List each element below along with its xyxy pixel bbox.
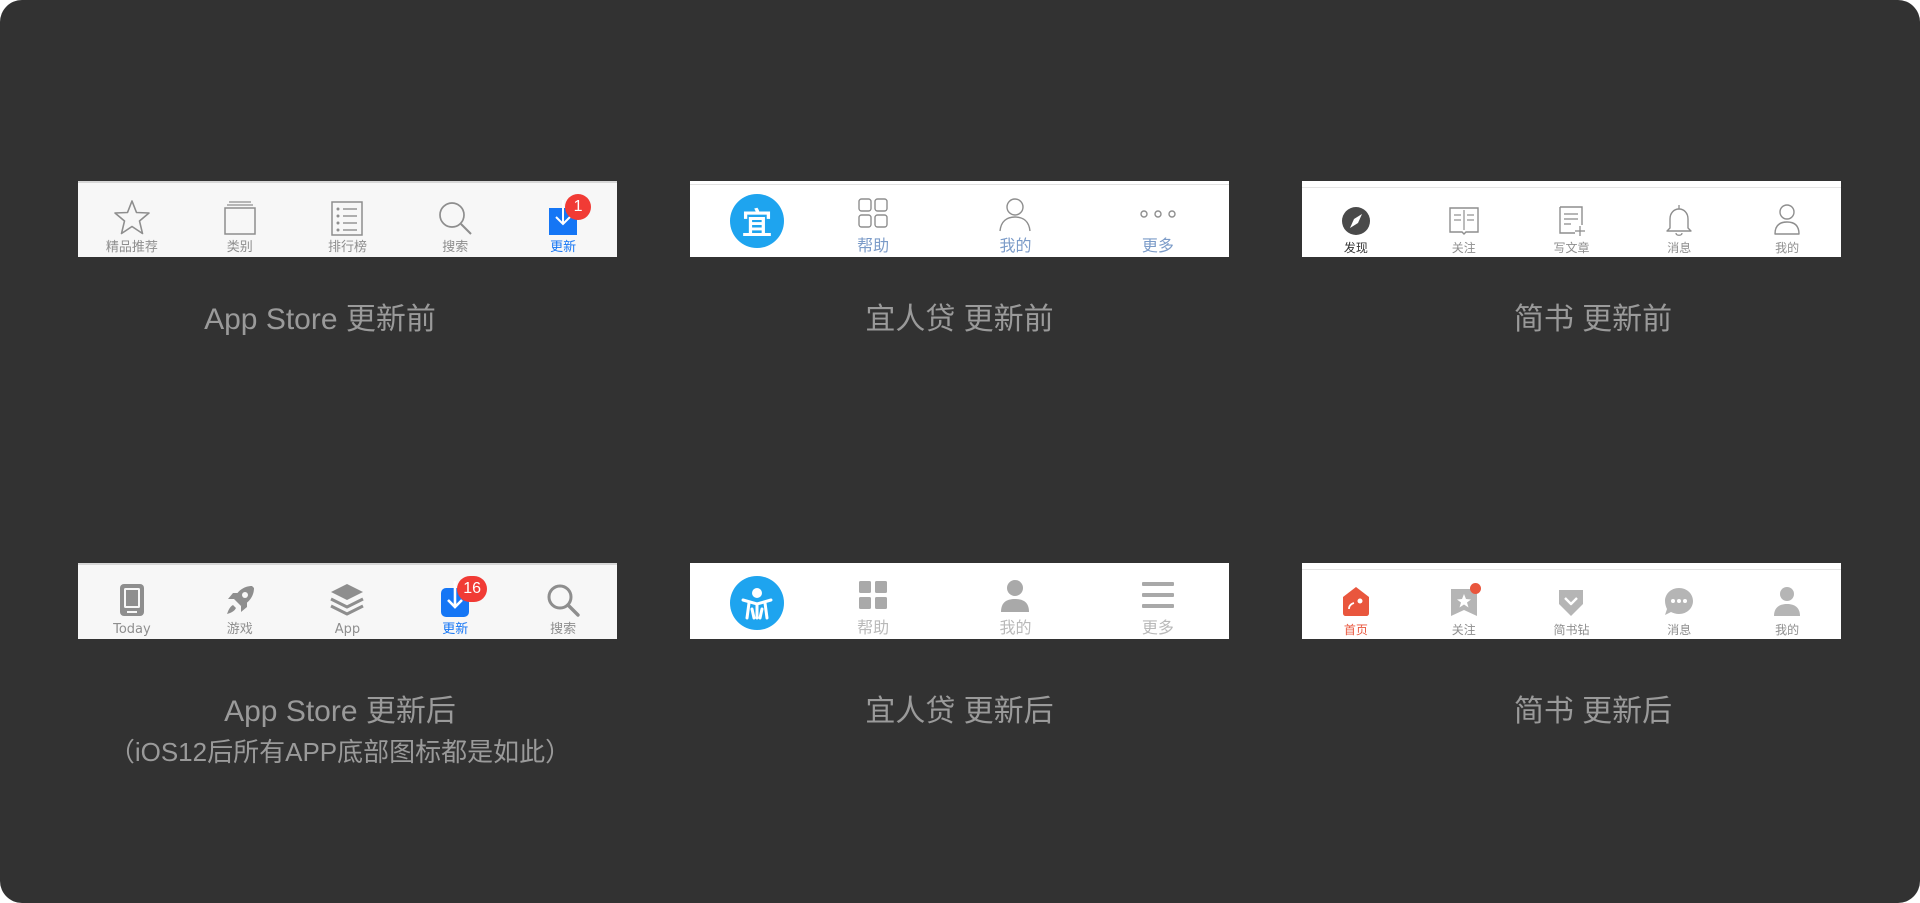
tab-label: 游戏 [226, 622, 253, 637]
yrd-new-tab-bar: 帮助 我的 更多 [690, 563, 1229, 639]
home-icon [1336, 581, 1376, 621]
tab-label: 更多 [1141, 618, 1174, 637]
tab-label: 简书钻 [1553, 623, 1590, 637]
tab-label: 排行榜 [327, 240, 367, 255]
tab-more[interactable]: 更多 [1087, 181, 1229, 257]
tab-label: 首页 [1343, 623, 1368, 637]
tab-label: 发现 [1343, 241, 1368, 255]
search-icon [543, 580, 583, 620]
tab-label: 精品推荐 [105, 240, 158, 255]
comparison-board: 精品推荐 类别 排行榜 搜索 1 更新 宜 帮助 我的 更多 发现 关注 写文章… [0, 0, 1920, 903]
notification-badge: 16 [457, 576, 488, 602]
caption-jianshu-new: 简书 更新后 [1513, 695, 1673, 728]
yrd-old-tab-bar: 宜 帮助 我的 更多 [690, 181, 1229, 257]
user-icon [1767, 199, 1807, 239]
stack-icon [220, 198, 260, 238]
caption-app-store-new: App Store 更新后 [224, 695, 456, 728]
yrd-logo-icon[interactable] [730, 576, 784, 630]
caption-app-store-note: （iOS12后所有APP底部图标都是如此） [108, 737, 572, 767]
download-icon: 1 [543, 194, 592, 238]
rocket-icon [220, 580, 260, 620]
menu-icon [1138, 576, 1178, 616]
tab-label: 类别 [226, 240, 253, 255]
tab-updates[interactable]: 1 更新 [509, 181, 617, 257]
tab-me[interactable]: 我的 [944, 181, 1086, 257]
tab-me[interactable]: 我的 [944, 563, 1086, 639]
tab-label: 消息 [1667, 623, 1692, 637]
user-icon [1767, 581, 1807, 621]
tab-label: 消息 [1667, 241, 1692, 255]
tab-featured[interactable]: 精品推荐 [78, 181, 186, 257]
book-icon [1444, 199, 1484, 239]
tab-label: Today [113, 622, 151, 637]
chat-icon [1659, 581, 1699, 621]
tab-games[interactable]: 游戏 [186, 563, 294, 639]
tab-label: 搜索 [442, 240, 469, 255]
tab-today[interactable]: Today [78, 563, 186, 639]
diamond-icon [1551, 581, 1591, 621]
tab-label: 更新 [442, 622, 469, 637]
tab-follow[interactable]: 关注 [1410, 181, 1518, 257]
tab-charts[interactable]: 排行榜 [294, 181, 402, 257]
notification-badge: 1 [565, 194, 592, 220]
tab-home[interactable]: 首页 [1302, 563, 1410, 639]
tab-help[interactable]: 帮助 [802, 181, 944, 257]
bell-icon [1659, 199, 1699, 239]
tab-more[interactable]: 更多 [1087, 563, 1229, 639]
tab-me[interactable]: 我的 [1733, 563, 1841, 639]
tab-label: 帮助 [857, 618, 890, 637]
tab-apps[interactable]: App [294, 563, 402, 639]
app-store-old-tab-bar: 精品推荐 类别 排行榜 搜索 1 更新 [78, 181, 617, 257]
yrd-logo[interactable]: 宜 [730, 194, 784, 248]
tab-messages[interactable]: 消息 [1625, 563, 1733, 639]
tab-search[interactable]: 搜索 [401, 181, 509, 257]
caption-jianshu-old: 简书 更新前 [1513, 303, 1673, 336]
tab-me[interactable]: 我的 [1733, 181, 1841, 257]
user-icon [995, 576, 1035, 616]
caption-app-store-old: App Store 更新前 [204, 303, 436, 336]
jianshu-new-tab-bar: 首页 关注 简书钻 消息 我的 [1302, 563, 1841, 639]
tab-label: 关注 [1451, 241, 1476, 255]
logo-text: 宜 [742, 207, 772, 242]
grid-icon [853, 576, 893, 616]
tab-label: 我的 [1775, 623, 1800, 637]
tab-discover[interactable]: 发现 [1302, 181, 1410, 257]
caption-yrd-old: 宜人贷 更新前 [865, 303, 1054, 336]
more-dots-icon [1138, 194, 1178, 234]
star-icon [112, 198, 152, 238]
tab-label: 更新 [550, 240, 577, 255]
tab-categories[interactable]: 类别 [186, 181, 294, 257]
tab-updates[interactable]: 16 更新 [401, 563, 509, 639]
jianshu-old-tab-bar: 发现 关注 写文章 消息 我的 [1302, 181, 1841, 257]
compass-icon [1336, 199, 1376, 239]
tab-messages[interactable]: 消息 [1625, 181, 1733, 257]
tab-label: 帮助 [857, 236, 890, 255]
tab-write[interactable]: 写文章 [1518, 181, 1626, 257]
download-icon: 16 [435, 576, 488, 620]
tab-label: 我的 [1775, 241, 1800, 255]
tab-follow[interactable]: 关注 [1410, 563, 1518, 639]
caption-yrd-new: 宜人贷 更新后 [865, 695, 1054, 728]
notification-dot [1469, 583, 1481, 594]
user-icon [995, 194, 1035, 234]
layers-icon [327, 580, 367, 620]
tab-label: 搜索 [550, 622, 577, 637]
tab-label: 写文章 [1553, 241, 1590, 255]
tab-label: 我的 [999, 618, 1032, 637]
search-icon [435, 198, 475, 238]
tab-label: 更多 [1141, 236, 1174, 255]
tab-label: 关注 [1451, 623, 1476, 637]
today-icon [112, 580, 152, 620]
grid-icon [853, 194, 893, 234]
write-icon [1551, 199, 1591, 239]
tab-diamond[interactable]: 简书钻 [1518, 563, 1626, 639]
tab-label: 我的 [999, 236, 1032, 255]
tab-label: App [334, 622, 361, 637]
bookmark-star-icon [1444, 581, 1484, 621]
tab-help[interactable]: 帮助 [802, 563, 944, 639]
app-store-new-tab-bar: Today 游戏 App 16 更新 搜索 [78, 563, 617, 639]
tab-search[interactable]: 搜索 [509, 563, 617, 639]
list-icon [327, 198, 367, 238]
